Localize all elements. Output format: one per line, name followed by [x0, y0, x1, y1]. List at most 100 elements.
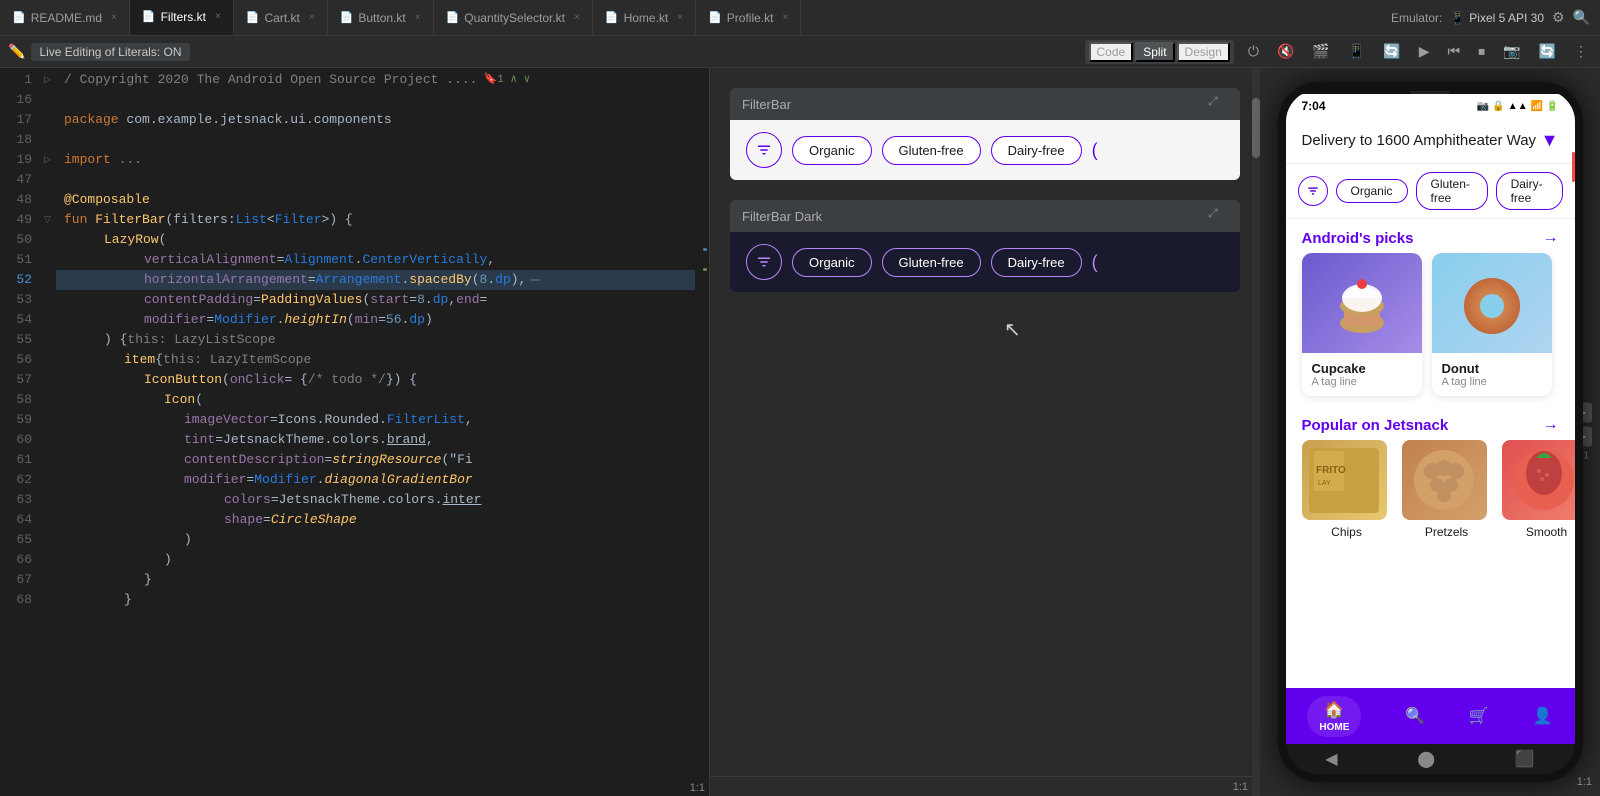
preview-area: FilterBar ⤢ Organic Gluten-free [710, 68, 1260, 796]
nav-profile[interactable]: 👤 [1533, 706, 1553, 726]
cart-nav-icon: 🛒 [1469, 706, 1489, 726]
tab-quantity[interactable]: 📄 QuantitySelector.kt × [434, 0, 593, 35]
back-btn[interactable]: ◀ [1325, 749, 1337, 769]
close-icon[interactable]: × [782, 12, 788, 23]
tab-button[interactable]: 📄 Button.kt × [328, 0, 434, 35]
phone-chip-dairyfree[interactable]: Dairy-free [1496, 172, 1563, 210]
search-icon[interactable]: 🔍 [1573, 9, 1590, 26]
chips-image: FRITO LAY [1302, 440, 1387, 520]
phone-chip-glutenfree[interactable]: Gluten-free [1416, 172, 1488, 210]
close-icon[interactable]: × [309, 12, 315, 23]
stop-icon[interactable]: ⏹ [1474, 43, 1489, 60]
line-num: 62 [0, 470, 32, 490]
code-view-btn[interactable]: Code [1089, 42, 1134, 62]
more-icon[interactable]: ⋮ [1570, 43, 1592, 60]
secondary-toolbar: ✏️ Live Editing of Literals: ON Code Spl… [0, 36, 1600, 68]
filter-icon-dark[interactable] [746, 244, 782, 280]
chip-dairyfree-light[interactable]: Dairy-free [991, 136, 1082, 165]
play-icon[interactable]: ▶ [1415, 43, 1434, 60]
expand-icon[interactable]: ⤢ [1208, 94, 1228, 114]
delivery-bar[interactable]: Delivery to 1600 Amphitheater Way ▼ [1286, 118, 1575, 164]
popular-arrow-icon[interactable]: → [1543, 416, 1559, 434]
pretzels-item[interactable]: Pretzels [1402, 440, 1492, 539]
chip-organic-dark[interactable]: Organic [792, 248, 872, 277]
chip-organic-light[interactable]: Organic [792, 136, 872, 165]
close-icon[interactable]: × [111, 12, 117, 23]
preview-scrollbar-thumb[interactable] [1252, 98, 1260, 158]
phone-filter-icon[interactable] [1298, 176, 1328, 206]
gutter-fold[interactable]: ▷ [40, 68, 56, 88]
phone-rotate-icon[interactable]: 🔄 [1379, 43, 1404, 60]
line-num: 65 [0, 530, 32, 550]
nav-search[interactable]: 🔍 [1405, 706, 1425, 726]
tab-readme[interactable]: 📄 README.md × [0, 0, 130, 35]
donut-card[interactable]: Donut A tag line [1432, 253, 1552, 396]
home-btn[interactable]: ⬤ [1417, 749, 1435, 769]
code-line-58: Icon ( [56, 390, 695, 410]
code-line-67: } [56, 570, 695, 590]
rewind-icon[interactable]: ⏮ [1444, 43, 1465, 60]
close-icon[interactable]: × [215, 11, 221, 22]
line-num: 58 [0, 390, 32, 410]
recents-btn[interactable]: ⬛ [1515, 749, 1535, 769]
section-arrow-icon[interactable]: → [1543, 229, 1559, 247]
tab-home[interactable]: 📄 Home.kt × [593, 0, 696, 35]
split-view-btn[interactable]: Split [1135, 42, 1174, 62]
profile-nav-icon: 👤 [1533, 706, 1553, 726]
home-nav-icon: 🏠 [1324, 700, 1344, 720]
file-icon: 📄 [708, 11, 722, 24]
file-icon: 📄 [446, 11, 460, 24]
code-line-56: item { this: LazyItemScope [56, 350, 695, 370]
refresh-icon[interactable]: 🔄 [1535, 43, 1560, 60]
tablet-icon[interactable]: 📱 [1344, 43, 1369, 60]
close-icon[interactable]: × [574, 12, 580, 23]
chip-glutenfree-light[interactable]: Gluten-free [882, 136, 981, 165]
preview-panels: FilterBar ⤢ Organic Gluten-free [710, 68, 1260, 776]
smoothie-item[interactable]: Smooth [1502, 440, 1575, 539]
power-icon[interactable]: ⏻ [1244, 43, 1263, 60]
status-bar: 7:04 📷 🔒 ▲▲ 📶 🔋 [1286, 94, 1575, 118]
chips-item[interactable]: FRITO LAY Chips [1302, 440, 1392, 539]
emulator-label: Emulator: [1391, 11, 1442, 25]
line-num: 67 [0, 570, 32, 590]
code-line-19: import ... [56, 150, 695, 170]
more-chips-dark[interactable]: ( [1092, 252, 1098, 273]
chip-glutenfree-dark[interactable]: Gluten-free [882, 248, 981, 277]
filter-icon-light[interactable] [746, 132, 782, 168]
camera-icon[interactable]: 📷 [1499, 43, 1524, 60]
expand-icon-dark[interactable]: ⤢ [1208, 206, 1228, 226]
code-line-54: modifier = Modifier . heightIn ( min = 5… [56, 310, 695, 330]
tab-filters[interactable]: 📄 Filters.kt × [130, 0, 234, 35]
close-icon[interactable]: × [415, 12, 421, 23]
chip-dairyfree-dark[interactable]: Dairy-free [991, 248, 1082, 277]
settings-icon[interactable]: ⚙ [1552, 9, 1565, 26]
cupcake-card[interactable]: Cupcake A tag line [1302, 253, 1422, 396]
phone-chip-organic[interactable]: Organic [1336, 179, 1408, 203]
tab-cart[interactable]: 📄 Cart.kt × [234, 0, 328, 35]
code-area: 1 16 17 18 19 47 48 49 50 51 52 53 54 55… [0, 68, 709, 780]
video-icon[interactable]: 🎬 [1308, 43, 1333, 60]
more-chips-light[interactable]: ( [1092, 140, 1098, 161]
cupcake-tag: A tag line [1312, 376, 1412, 388]
speaker-icon[interactable]: 🔇 [1273, 43, 1298, 60]
pretzels-image [1402, 440, 1487, 520]
cupcake-image [1302, 253, 1422, 353]
line-numbers: 1 16 17 18 19 47 48 49 50 51 52 53 54 55… [0, 68, 40, 780]
nav-cart[interactable]: 🛒 [1469, 706, 1489, 726]
popular-title: Popular on Jetsnack [1302, 417, 1449, 434]
live-editing-button[interactable]: Live Editing of Literals: ON [31, 43, 189, 61]
line-num: 17 [0, 110, 32, 130]
file-icon: 📄 [340, 11, 354, 24]
close-icon[interactable]: × [677, 12, 683, 23]
gutter-fold[interactable]: ▷ [40, 148, 56, 168]
code-line-17: package com.example.jetsnack.ui.componen… [56, 110, 695, 130]
preview-scrollbar[interactable] [1252, 68, 1260, 796]
delivery-arrow-icon[interactable]: ▼ [1541, 130, 1559, 151]
zoom-indicator: 1:1 [1233, 781, 1248, 793]
tab-profile[interactable]: 📄 Profile.kt × [696, 0, 801, 35]
gutter-fold[interactable]: ▽ [40, 208, 56, 228]
wifi-icon: ▲▲ [1508, 101, 1528, 112]
design-view-btn[interactable]: Design [1177, 42, 1230, 62]
code-content[interactable]: / Copyright 2020 The Android Open Source… [56, 68, 695, 780]
nav-home[interactable]: 🏠 HOME [1307, 696, 1361, 737]
